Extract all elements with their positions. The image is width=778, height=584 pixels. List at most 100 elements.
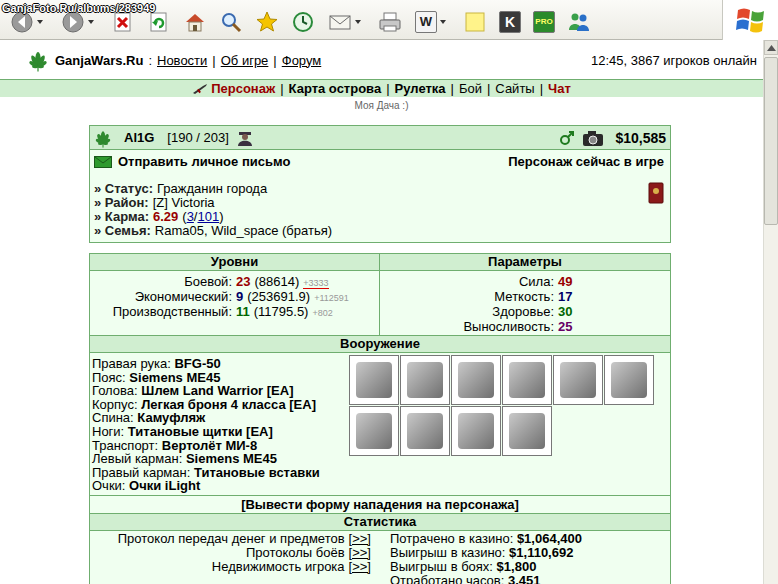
messenger-button[interactable]: [564, 8, 594, 36]
dropdown-arrow[interactable]: [88, 20, 94, 24]
slot-item[interactable]: Siemens ME45: [129, 370, 220, 385]
camera-icon: [582, 129, 604, 147]
header-link[interactable]: Об игре: [221, 53, 269, 68]
item-picture[interactable]: [400, 355, 450, 405]
protocol-link[interactable]: [>>]: [349, 545, 371, 560]
menu-item[interactable]: Персонаж: [192, 81, 275, 96]
character-info: Отправить личное письмоПерсонаж сейчас в…: [90, 150, 670, 242]
slot-item[interactable]: Титановые щитки [EA]: [128, 424, 273, 439]
slot-item[interactable]: Вертолёт МИ-8: [162, 438, 257, 453]
item-pictures: [349, 355, 654, 456]
stat-row: Отработано часов: 3,451: [390, 574, 670, 584]
dropdown-arrow[interactable]: [37, 20, 43, 24]
note-button[interactable]: [460, 8, 490, 36]
slot-item[interactable]: Очки iLight: [129, 478, 200, 493]
slot-item[interactable]: Siemens ME45: [186, 451, 277, 466]
character-name[interactable]: Al1G: [124, 130, 154, 145]
slot-item[interactable]: Шлем Land Warrior [EA]: [141, 383, 293, 398]
slot-item[interactable]: Титановые вставки: [194, 465, 320, 480]
send-message-link[interactable]: Отправить личное письмо: [94, 154, 290, 170]
params-panel: ПараметрыСила:49Меткость:17Здоровье:30Вы…: [380, 254, 670, 335]
info-list: » Статус:Гражданин города» Район:[Z] Vic…: [94, 182, 332, 238]
slot-item[interactable]: Камуфляж: [137, 410, 205, 425]
mail-icon: [328, 10, 352, 34]
info-value: Гражданин города: [157, 182, 267, 196]
slot-item[interactable]: BFG-50: [174, 356, 220, 371]
header-link[interactable]: Форум: [282, 53, 322, 68]
separator: |: [280, 81, 283, 96]
info-link[interactable]: 3: [187, 210, 194, 224]
info-row: » Район: [Z] Victoria: [94, 196, 332, 210]
item-picture[interactable]: [349, 355, 399, 405]
search-icon: [219, 10, 243, 34]
menu-item[interactable]: Рулетка: [395, 81, 446, 96]
level-gain: +802: [312, 308, 332, 318]
separator: |: [212, 53, 215, 68]
item-picture[interactable]: [349, 406, 399, 456]
panel-header: Уровни: [90, 254, 379, 271]
item-picture[interactable]: [451, 355, 501, 405]
item-picture[interactable]: [400, 406, 450, 456]
character-money: $10,585: [615, 130, 666, 146]
scrollbar[interactable]: [763, 40, 778, 584]
dropdown-arrow[interactable]: [440, 20, 446, 24]
slot-row: Транспорт: Вертолёт МИ-8: [92, 439, 349, 453]
info-value: [Z] Victoria: [153, 196, 215, 210]
favorites-button[interactable]: [252, 8, 282, 36]
note-icon: [463, 10, 487, 34]
k-button[interactable]: K: [496, 8, 524, 36]
panel-header: Параметры: [380, 254, 670, 271]
item-picture[interactable]: [451, 406, 501, 456]
history-button[interactable]: [288, 8, 318, 36]
character-figure-icon: [236, 130, 254, 146]
page: GanjaWars.Ru:Новости|Об игре|Форум12:45,…: [0, 40, 763, 584]
level-gain: +112591: [314, 293, 349, 303]
slot-row: Очки: Очки iLight: [92, 479, 349, 493]
statistics: Протокол передач денег и предметов[>>]Пр…: [90, 531, 670, 584]
search-button[interactable]: [216, 8, 246, 36]
viewport: GanjaWars.Ru:Новости|Об игре|Форум12:45,…: [0, 40, 778, 584]
home-button[interactable]: [180, 8, 210, 36]
slot-row: Левый карман: Siemens ME45: [92, 452, 349, 466]
character-card: Al1G[190 / 203]$10,585Отправить личное п…: [89, 125, 671, 243]
info-label: » Район:: [94, 196, 149, 210]
browser-brand: [722, 0, 778, 40]
menu-item[interactable]: Сайты: [495, 81, 534, 96]
brand: GanjaWars.Ru:Новости|Об игре|Форум: [26, 48, 321, 72]
scroll-thumb[interactable]: [764, 57, 778, 225]
info-value: (: [182, 210, 186, 224]
menu-item[interactable]: Бой: [459, 81, 482, 96]
info-value: /: [194, 210, 198, 224]
info-value: ): [219, 210, 223, 224]
character-header: Al1G[190 / 203]$10,585: [90, 126, 670, 150]
info-link[interactable]: 101: [197, 210, 219, 224]
slot-item[interactable]: Легкая броня 4 класса [EA]: [141, 397, 316, 412]
k-icon: K: [499, 11, 521, 33]
dropdown-arrow[interactable]: [355, 20, 361, 24]
protocol-link[interactable]: [>>]: [349, 559, 371, 574]
protocol-link[interactable]: [>>]: [349, 531, 371, 546]
item-picture[interactable]: [502, 406, 552, 456]
slot-row: Ноги: Титановые щитки [EA]: [92, 425, 349, 439]
separator: |: [273, 53, 276, 68]
scroll-up-button[interactable]: [764, 40, 778, 55]
male-icon: [559, 130, 575, 146]
item-picture[interactable]: [553, 355, 603, 405]
slot-row: Корпус: Легкая броня 4 класса [EA]: [92, 398, 349, 412]
menu-item[interactable]: Карта острова: [289, 81, 382, 96]
attack-link[interactable]: [Вывести форму нападения на персонажа]: [241, 497, 519, 512]
mail-button[interactable]: [324, 8, 365, 36]
page-subtitle: Моя Дача :): [0, 100, 763, 112]
item-picture[interactable]: [502, 355, 552, 405]
print-button[interactable]: [375, 8, 405, 36]
item-picture[interactable]: [604, 355, 654, 405]
separator: |: [386, 81, 389, 96]
pro-button[interactable]: PRO: [530, 8, 558, 36]
word-icon: W: [415, 11, 437, 33]
param-row: Меткость:17: [380, 289, 670, 304]
menu-item[interactable]: Чат: [548, 81, 571, 96]
word-button[interactable]: W: [411, 8, 450, 36]
cannabis-leaf-icon: [93, 128, 113, 148]
site-logo[interactable]: GanjaWars.Ru: [55, 53, 143, 68]
header-link[interactable]: Новости: [157, 53, 207, 68]
